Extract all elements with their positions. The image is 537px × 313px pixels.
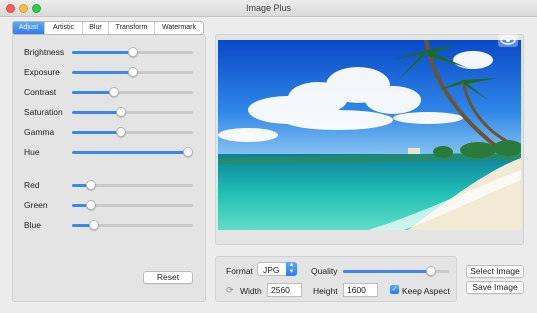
window-title: Image Plus (245, 3, 292, 13)
format-label: Format (226, 266, 253, 276)
slider-fill (72, 51, 133, 54)
exposure-slider[interactable] (72, 67, 193, 77)
preview-image (218, 40, 521, 230)
saturation-label: Saturation (24, 107, 63, 117)
chevron-updown-icon: ▲ ▼ (286, 262, 297, 276)
quality-slider[interactable] (343, 266, 449, 276)
hue-label: Hue (24, 147, 40, 157)
slider-knob[interactable] (128, 47, 138, 57)
gamma-label: Gamma (24, 127, 55, 137)
brightness-label: Brightness (24, 47, 65, 57)
select-image-button[interactable]: Select Image (466, 265, 524, 278)
slider-knob[interactable] (86, 180, 96, 190)
blue-label: Blue (24, 220, 42, 230)
slider-knob[interactable] (183, 147, 193, 157)
slider-fill (72, 111, 121, 114)
red-label: Red (24, 180, 40, 190)
contrast-slider[interactable] (72, 87, 193, 97)
format-select[interactable]: JPG ▲ ▼ (257, 262, 297, 276)
tab-watermark[interactable]: Watermark (155, 22, 203, 34)
toggle-preview-button[interactable] (498, 33, 518, 47)
green-slider[interactable] (72, 200, 193, 210)
blue-slider[interactable] (72, 220, 193, 230)
green-label: Green (24, 200, 48, 210)
slider-fill (343, 270, 431, 273)
format-value: JPG (263, 265, 280, 275)
title-bar: Image Plus (0, 0, 537, 17)
slider-knob[interactable] (116, 107, 126, 117)
hue-slider[interactable] (72, 147, 193, 157)
slider-fill (72, 131, 121, 134)
reset-button[interactable]: Reset (143, 271, 193, 284)
slider-knob[interactable] (109, 87, 119, 97)
slider-fill (72, 151, 188, 154)
width-label: Width (240, 286, 262, 296)
slider-knob[interactable] (89, 220, 99, 230)
keep-aspect-label: Keep Aspect (402, 286, 450, 296)
tab-blur[interactable]: Blur (83, 22, 109, 34)
slider-fill (72, 91, 114, 94)
slider-knob[interactable] (86, 200, 96, 210)
keep-aspect-checkbox[interactable]: ✓ (390, 285, 399, 294)
red-slider[interactable] (72, 180, 193, 190)
contrast-label: Contrast (24, 87, 57, 97)
tab-adjust[interactable]: Adjust (13, 22, 45, 34)
link-icon[interactable]: ⟳ (226, 285, 234, 296)
slider-knob[interactable] (116, 127, 126, 137)
exposure-label: Exposure (24, 67, 60, 77)
slider-knob[interactable] (426, 266, 436, 276)
tab-bar: Adjust Artistic Blur Transform Watermark (12, 21, 204, 35)
tab-transform[interactable]: Transform (109, 22, 155, 34)
gamma-slider[interactable] (72, 127, 193, 137)
tab-artistic[interactable]: Artistic (45, 22, 83, 34)
saturation-slider[interactable] (72, 107, 193, 117)
eye-icon (500, 35, 516, 45)
width-field[interactable]: 2560 (267, 283, 302, 297)
height-label: Height (313, 286, 338, 296)
height-field[interactable]: 1600 (343, 283, 378, 297)
slider-fill (72, 71, 133, 74)
quality-label: Quality (311, 266, 338, 276)
save-image-button[interactable]: Save Image (466, 281, 524, 294)
slider-knob[interactable] (128, 67, 138, 77)
brightness-slider[interactable] (72, 47, 193, 57)
